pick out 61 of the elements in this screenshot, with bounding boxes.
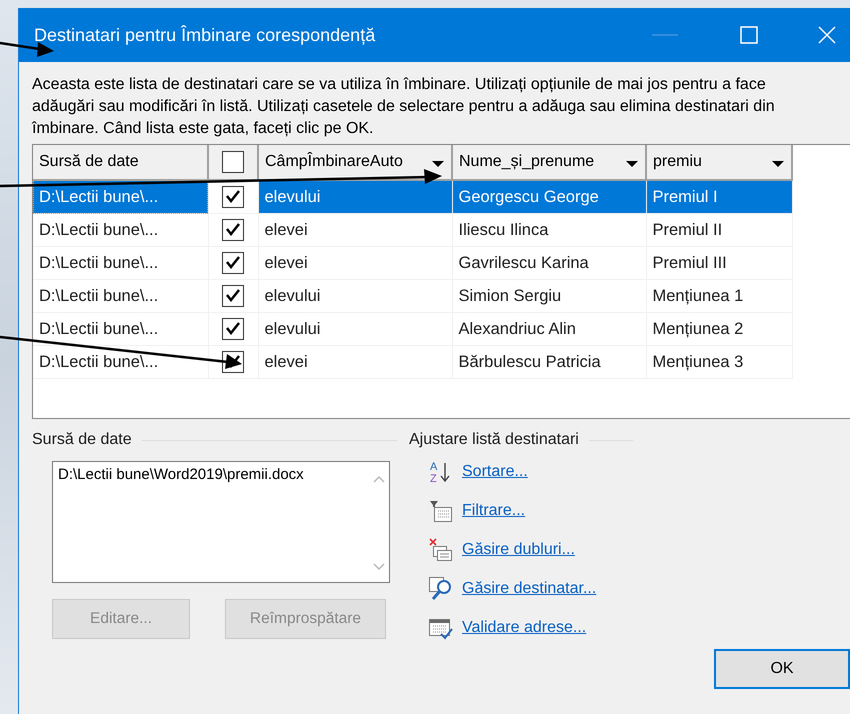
table-cell: D:\Lectii bune\...: [33, 214, 208, 246]
column-header[interactable]: premiu: [646, 145, 792, 180]
table-cell: Premiul I: [646, 180, 792, 214]
group-label: Sursă de date: [32, 431, 132, 449]
table-cell: elevului: [258, 312, 452, 346]
link[interactable]: Găsire destinatar...: [462, 580, 596, 598]
dropdown-arrow-icon[interactable]: [626, 160, 638, 168]
table-cell: D:\Lectii bune\...: [33, 246, 208, 280]
table-cell: elevului: [258, 280, 452, 312]
table-cell: elevei: [258, 214, 452, 246]
duplicates-icon: [429, 538, 453, 562]
table-row[interactable]: D:\Lectii bune\... elevei Bărbulescu Patricia Mențiunea 3: [33, 346, 792, 378]
data-source-list[interactable]: D:\Lectii bune\Word2019\premii.docx: [52, 461, 390, 583]
table-cell: elevului: [258, 180, 452, 214]
annotation-arrow: [0, 42, 54, 57]
column-header[interactable]: Sursă de date: [33, 145, 208, 180]
table-row[interactable]: D:\Lectii bune\... elevei Gavrilescu Karina Premiul III: [33, 246, 792, 280]
instructions-text: Aceasta este lista de destinatari care se va utiliza în îmbinare. Utilizați opțiunile de mai jos pentru a face adăugări sau modificări în listă. Utilizați casetele de selectare pentru a adăuga sau elimina destinatari din îmbinare. Când lista este gata, faceți clic pe OK.: [32, 75, 776, 139]
dropdown-arrow-icon[interactable]: [432, 160, 444, 168]
table-cell: D:\Lectii bune\...: [33, 346, 208, 378]
table-row[interactable]: D:\Lectii bune\... elevului Alexandriuc Alin Mențiunea 2: [33, 312, 792, 346]
table-cell: D:\Lectii bune\...: [33, 180, 208, 214]
group-label: Ajustare listă destinatari: [409, 431, 579, 449]
table-cell: Mențiunea 1: [646, 280, 792, 312]
checkbox[interactable]: [222, 219, 244, 241]
checkbox[interactable]: [222, 285, 244, 307]
table-row[interactable]: D:\Lectii bune\... elevei Iliescu Ilinca Premiul II: [33, 214, 792, 246]
checkbox[interactable]: [222, 252, 244, 274]
search-icon: [429, 576, 453, 600]
table-row[interactable]: D:\Lectii bune\... elevului Georgescu George Premiul I: [33, 180, 792, 214]
column-header[interactable]: CâmpÎmbinareAuto: [258, 145, 452, 180]
link[interactable]: Validare adrese...: [462, 618, 586, 636]
window-title: Destinatari pentru Îmbinare corespondență: [34, 24, 376, 46]
table-cell: D:\Lectii bune\...: [33, 312, 208, 346]
table-cell: Alexandriuc Alin: [452, 312, 646, 346]
table-cell: Gavrilescu Karina: [452, 246, 646, 280]
close-icon[interactable]: [818, 26, 836, 44]
table-cell: elevei: [258, 246, 452, 280]
list-item[interactable]: D:\Lectii bune\Word2019\premii.docx: [58, 466, 364, 483]
table-row[interactable]: D:\Lectii bune\... elevului Simion Sergiu Mențiunea 1: [33, 280, 792, 312]
table-cell: Iliescu Ilinca: [452, 214, 646, 246]
checkbox[interactable]: [222, 186, 244, 208]
filter-icon: [429, 498, 453, 522]
link[interactable]: Găsire dubluri...: [462, 540, 575, 558]
column-header[interactable]: Nume_și_prenume: [452, 145, 646, 180]
maximize-icon[interactable]: [740, 26, 758, 44]
table-cell: Premiul II: [646, 214, 792, 246]
table-cell: Bărbulescu Patricia: [452, 346, 646, 378]
link[interactable]: Filtrare...: [462, 502, 526, 520]
ok-button[interactable]: OK: [714, 649, 850, 689]
table-cell: Georgescu George: [452, 180, 646, 214]
table-cell: Premiul III: [646, 246, 792, 280]
link[interactable]: Sortare...: [462, 462, 528, 480]
table-cell: Mențiunea 2: [646, 312, 792, 346]
dropdown-arrow-icon[interactable]: [772, 160, 784, 168]
table-cell: Simion Sergiu: [452, 280, 646, 312]
checkbox[interactable]: [222, 151, 244, 173]
table-cell: D:\Lectii bune\...: [33, 280, 208, 312]
table-cell: Mențiunea 3: [646, 346, 792, 378]
table-cell: elevei: [258, 346, 452, 378]
checkbox[interactable]: [222, 318, 244, 340]
